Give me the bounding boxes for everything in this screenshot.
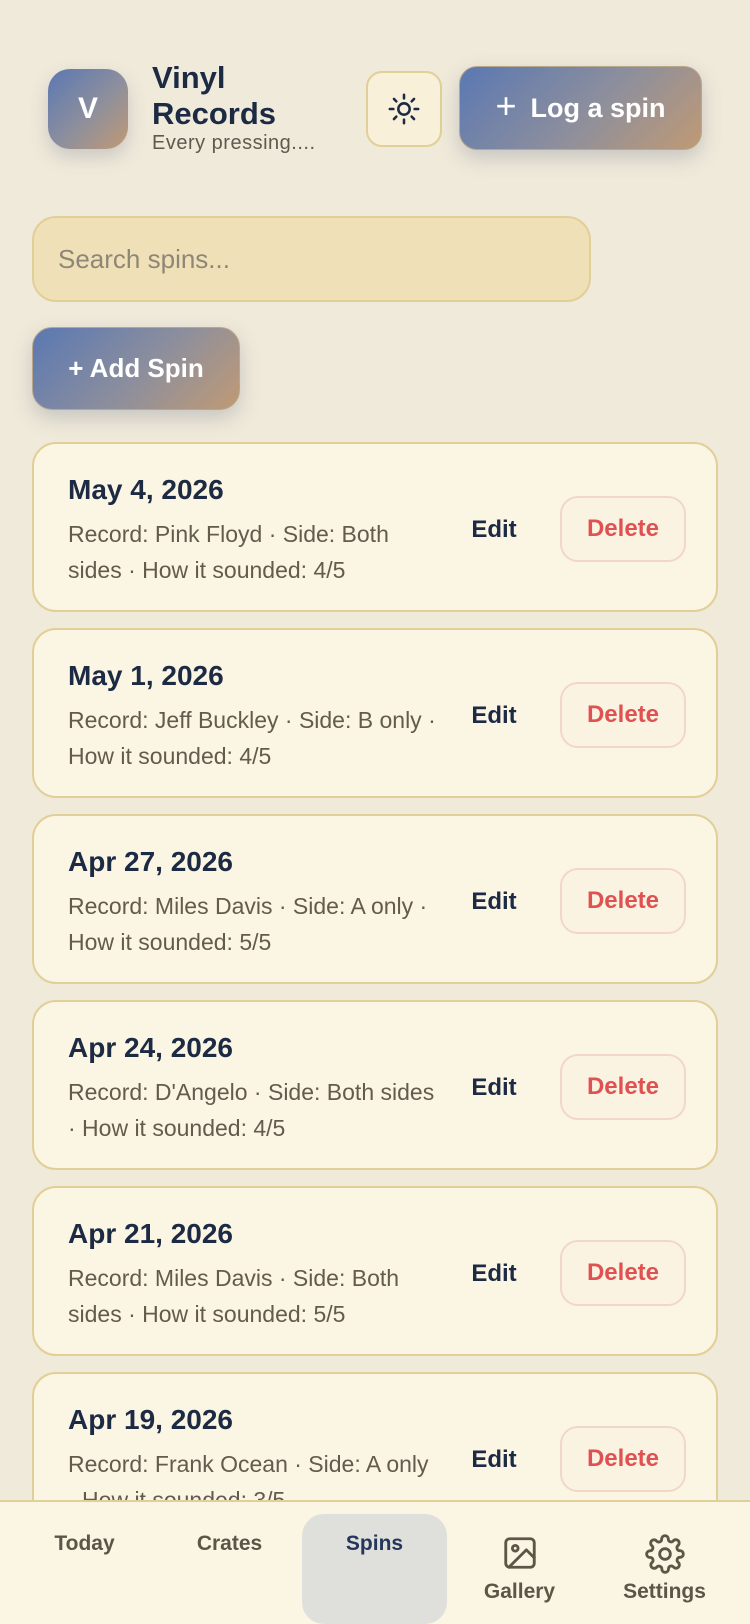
nav-item-label: Spins xyxy=(345,1532,404,1555)
spin-details: Record: D'Angelo · Side: Both sides · Ho… xyxy=(68,1079,435,1141)
delete-button[interactable]: Delete xyxy=(560,868,686,934)
delete-button[interactable]: Delete xyxy=(560,496,686,562)
nav-item-label: Gallery xyxy=(483,1580,556,1603)
delete-button[interactable]: Delete xyxy=(560,1240,686,1306)
app-subtitle: Every pressing.... xyxy=(152,132,316,154)
theme-toggle-button[interactable] xyxy=(366,71,442,147)
app-title: Vinyl Records xyxy=(152,60,277,131)
delete-button[interactable]: Delete xyxy=(560,682,686,748)
nav-item-label: Today xyxy=(54,1532,115,1555)
spin-date: Apr 27, 2026 xyxy=(68,846,233,877)
spin-details: Record: Jeff Buckley · Side: B only · Ho… xyxy=(68,707,436,769)
nav-item-crates[interactable]: Crates xyxy=(157,1514,302,1624)
image-icon xyxy=(503,1537,536,1569)
edit-button[interactable]: Edit xyxy=(464,696,524,736)
app-screen: V Vinyl Records Every pressing.... + Log… xyxy=(0,0,750,1624)
sun-icon xyxy=(388,93,420,125)
spin-date: Apr 24, 2026 xyxy=(68,1032,233,1063)
app-avatar: V xyxy=(48,69,128,149)
nav-item-gallery[interactable]: Gallery xyxy=(447,1514,592,1624)
delete-button[interactable]: Delete xyxy=(560,1054,686,1120)
spin-card: Apr 21, 2026 Record: Miles Davis · Side:… xyxy=(32,1186,718,1356)
spin-card: Apr 24, 2026 Record: D'Angelo · Side: Bo… xyxy=(32,1000,718,1170)
delete-button[interactable]: Delete xyxy=(560,1426,686,1492)
spin-card: Apr 27, 2026 Record: Miles Davis · Side:… xyxy=(32,814,718,984)
spin-list: May 4, 2026 Record: Pink Floyd · Side: B… xyxy=(32,442,718,1502)
spin-date: Apr 19, 2026 xyxy=(68,1404,233,1435)
spin-card: May 4, 2026 Record: Pink Floyd · Side: B… xyxy=(32,442,718,612)
nav-item-settings[interactable]: Settings xyxy=(592,1514,737,1624)
edit-button[interactable]: Edit xyxy=(464,1068,524,1108)
nav-item-today[interactable]: Today xyxy=(12,1514,157,1624)
spin-details: Record: Pink Floyd · Side: Both sides · … xyxy=(68,521,389,583)
add-spin-button[interactable]: + Add Spin xyxy=(32,327,240,410)
spin-date: Apr 21, 2026 xyxy=(68,1218,233,1249)
search-bar xyxy=(32,216,591,302)
nav-item-label: Settings xyxy=(623,1580,706,1603)
spin-details: Record: Miles Davis · Side: A only · How… xyxy=(68,893,428,955)
edit-button[interactable]: Edit xyxy=(464,882,524,922)
spin-date: May 1, 2026 xyxy=(68,660,224,691)
log-spin-button[interactable]: + Log a spin xyxy=(459,66,702,150)
spin-date: May 4, 2026 xyxy=(68,474,224,505)
spin-details: Record: Miles Davis · Side: Both sides ·… xyxy=(68,1265,400,1327)
gear-icon xyxy=(644,1534,685,1574)
edit-button[interactable]: Edit xyxy=(464,510,524,550)
nav-item-label: Crates xyxy=(196,1532,263,1555)
spin-details: Record: Frank Ocean · Side: A only · How… xyxy=(68,1451,429,1502)
edit-button[interactable]: Edit xyxy=(464,1254,524,1294)
edit-button[interactable]: Edit xyxy=(464,1440,524,1480)
bottom-nav: Today Crates Spins Gallery Settings xyxy=(0,1500,750,1624)
nav-item-spins[interactable]: Spins xyxy=(302,1514,447,1624)
search-input[interactable] xyxy=(58,243,565,275)
spin-card: Apr 19, 2026 Record: Frank Ocean · Side:… xyxy=(32,1372,718,1502)
app-header: V Vinyl Records Every pressing.... + Log… xyxy=(48,60,702,154)
plus-icon: + xyxy=(495,85,517,126)
log-spin-label: Log a spin xyxy=(530,92,666,123)
spin-card: May 1, 2026 Record: Jeff Buckley · Side:… xyxy=(32,628,718,798)
